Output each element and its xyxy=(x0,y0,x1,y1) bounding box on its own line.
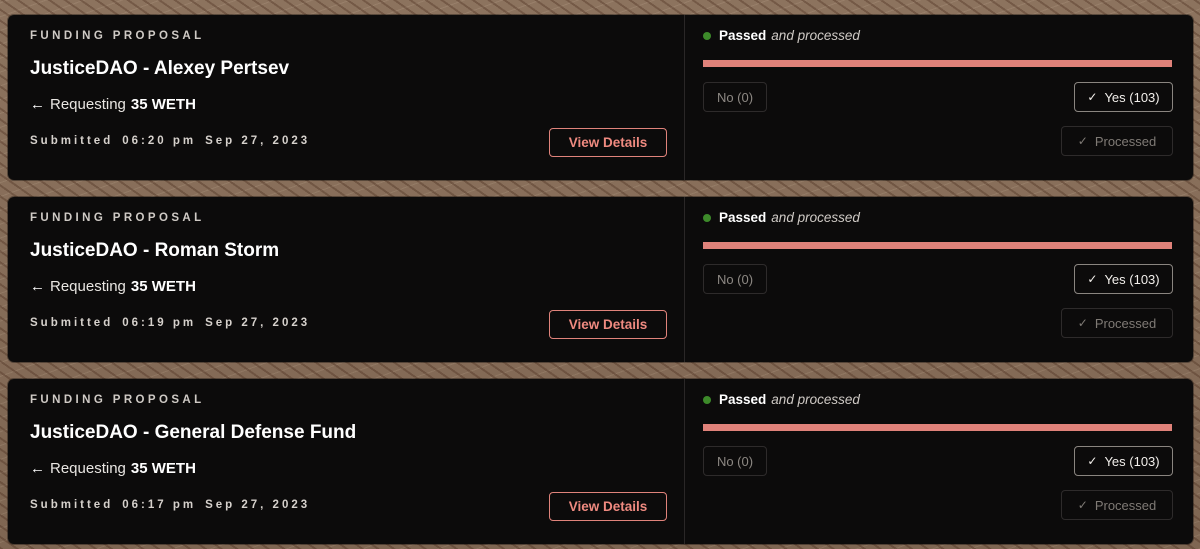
proposal-summary: FUNDING PROPOSAL JusticeDAO - Roman Stor… xyxy=(8,197,684,362)
vote-progress-bar xyxy=(703,242,1172,249)
requesting-row: ← Requesting 35 WETH xyxy=(30,460,196,477)
processed-label: Processed xyxy=(1094,497,1157,513)
status-dot-icon xyxy=(703,395,711,404)
vote-progress-bar xyxy=(703,424,1172,431)
vote-yes-button[interactable]: ✓ Yes (103) xyxy=(1074,446,1173,476)
proposal-status: Passed and processed xyxy=(703,392,860,407)
vote-yes-label: Yes (103) xyxy=(1104,271,1160,287)
vote-progress-fill xyxy=(703,424,1172,431)
processed-button[interactable]: ✓ Processed xyxy=(1061,126,1173,156)
requesting-amount: 35 WETH xyxy=(130,278,196,295)
vote-yes-button[interactable]: ✓ Yes (103) xyxy=(1074,264,1173,294)
status-subtext: and processed xyxy=(771,28,860,43)
processed-label: Processed xyxy=(1094,133,1157,149)
check-icon: ✓ xyxy=(1087,90,1098,104)
vote-yes-label: Yes (103) xyxy=(1104,453,1160,469)
vote-yes-label: Yes (103) xyxy=(1104,89,1160,105)
card-divider xyxy=(684,379,685,544)
check-icon: ✓ xyxy=(1087,272,1098,286)
vote-progress-bar xyxy=(703,60,1172,67)
proposal-summary: FUNDING PROPOSAL JusticeDAO - General De… xyxy=(8,379,684,544)
check-icon: ✓ xyxy=(1077,498,1088,512)
processed-label: Processed xyxy=(1094,315,1157,331)
view-details-button[interactable]: View Details xyxy=(549,128,667,157)
processed-button[interactable]: ✓ Processed xyxy=(1061,490,1173,520)
proposal-card: FUNDING PROPOSAL JusticeDAO - Roman Stor… xyxy=(8,197,1193,362)
status-text: Passed xyxy=(719,210,767,225)
proposal-type-label: FUNDING PROPOSAL xyxy=(30,212,205,224)
check-icon: ✓ xyxy=(1077,134,1088,148)
proposal-status: Passed and processed xyxy=(703,28,860,43)
vote-progress-fill xyxy=(703,60,1172,67)
arrow-left-icon: ← xyxy=(30,96,45,113)
view-details-button[interactable]: View Details xyxy=(549,310,667,339)
status-text: Passed xyxy=(719,28,767,43)
proposal-title: JusticeDAO - Alexey Pertsev xyxy=(30,58,290,79)
status-text: Passed xyxy=(719,392,767,407)
vote-yes-button[interactable]: ✓ Yes (103) xyxy=(1074,82,1173,112)
processed-button[interactable]: ✓ Processed xyxy=(1061,308,1173,338)
card-divider xyxy=(684,197,685,362)
requesting-amount: 35 WETH xyxy=(130,460,196,477)
check-icon: ✓ xyxy=(1087,454,1098,468)
status-subtext: and processed xyxy=(771,392,860,407)
requesting-row: ← Requesting 35 WETH xyxy=(30,278,196,295)
proposal-title: JusticeDAO - Roman Storm xyxy=(30,240,280,261)
requesting-row: ← Requesting 35 WETH xyxy=(30,96,196,113)
proposal-status: Passed and processed xyxy=(703,210,860,225)
submitted-time: 06:19 pm xyxy=(122,317,197,329)
vote-progress-fill xyxy=(703,242,1172,249)
vote-no-button[interactable]: No (0) xyxy=(703,446,767,476)
submitted-label: Submitted xyxy=(30,135,114,147)
submitted-timestamp: Submitted 06:19 pm Sep 27, 2023 xyxy=(30,317,319,329)
submitted-label: Submitted xyxy=(30,317,114,329)
proposal-type-label: FUNDING PROPOSAL xyxy=(30,30,205,42)
submitted-timestamp: Submitted 06:17 pm Sep 27, 2023 xyxy=(30,499,319,511)
proposal-card: FUNDING PROPOSAL JusticeDAO - General De… xyxy=(8,379,1193,544)
status-subtext: and processed xyxy=(771,210,860,225)
proposal-type-label: FUNDING PROPOSAL xyxy=(30,394,205,406)
card-divider xyxy=(684,15,685,180)
proposal-card: FUNDING PROPOSAL JusticeDAO - Alexey Per… xyxy=(8,15,1193,180)
submitted-date: Sep 27, 2023 xyxy=(205,499,311,511)
submitted-date: Sep 27, 2023 xyxy=(205,135,311,147)
status-dot-icon xyxy=(703,31,711,40)
view-details-button[interactable]: View Details xyxy=(549,492,667,521)
proposal-title: JusticeDAO - General Defense Fund xyxy=(30,422,357,443)
arrow-left-icon: ← xyxy=(30,278,45,295)
submitted-time: 06:20 pm xyxy=(122,135,197,147)
vote-no-button[interactable]: No (0) xyxy=(703,264,767,294)
requesting-label: Requesting xyxy=(50,278,126,295)
proposal-summary: FUNDING PROPOSAL JusticeDAO - Alexey Per… xyxy=(8,15,684,180)
submitted-date: Sep 27, 2023 xyxy=(205,317,311,329)
requesting-label: Requesting xyxy=(50,460,126,477)
arrow-left-icon: ← xyxy=(30,460,45,477)
submitted-time: 06:17 pm xyxy=(122,499,197,511)
submitted-timestamp: Submitted 06:20 pm Sep 27, 2023 xyxy=(30,135,319,147)
requesting-amount: 35 WETH xyxy=(130,96,196,113)
status-dot-icon xyxy=(703,213,711,222)
requesting-label: Requesting xyxy=(50,96,126,113)
submitted-label: Submitted xyxy=(30,499,114,511)
check-icon: ✓ xyxy=(1077,316,1088,330)
vote-no-button[interactable]: No (0) xyxy=(703,82,767,112)
